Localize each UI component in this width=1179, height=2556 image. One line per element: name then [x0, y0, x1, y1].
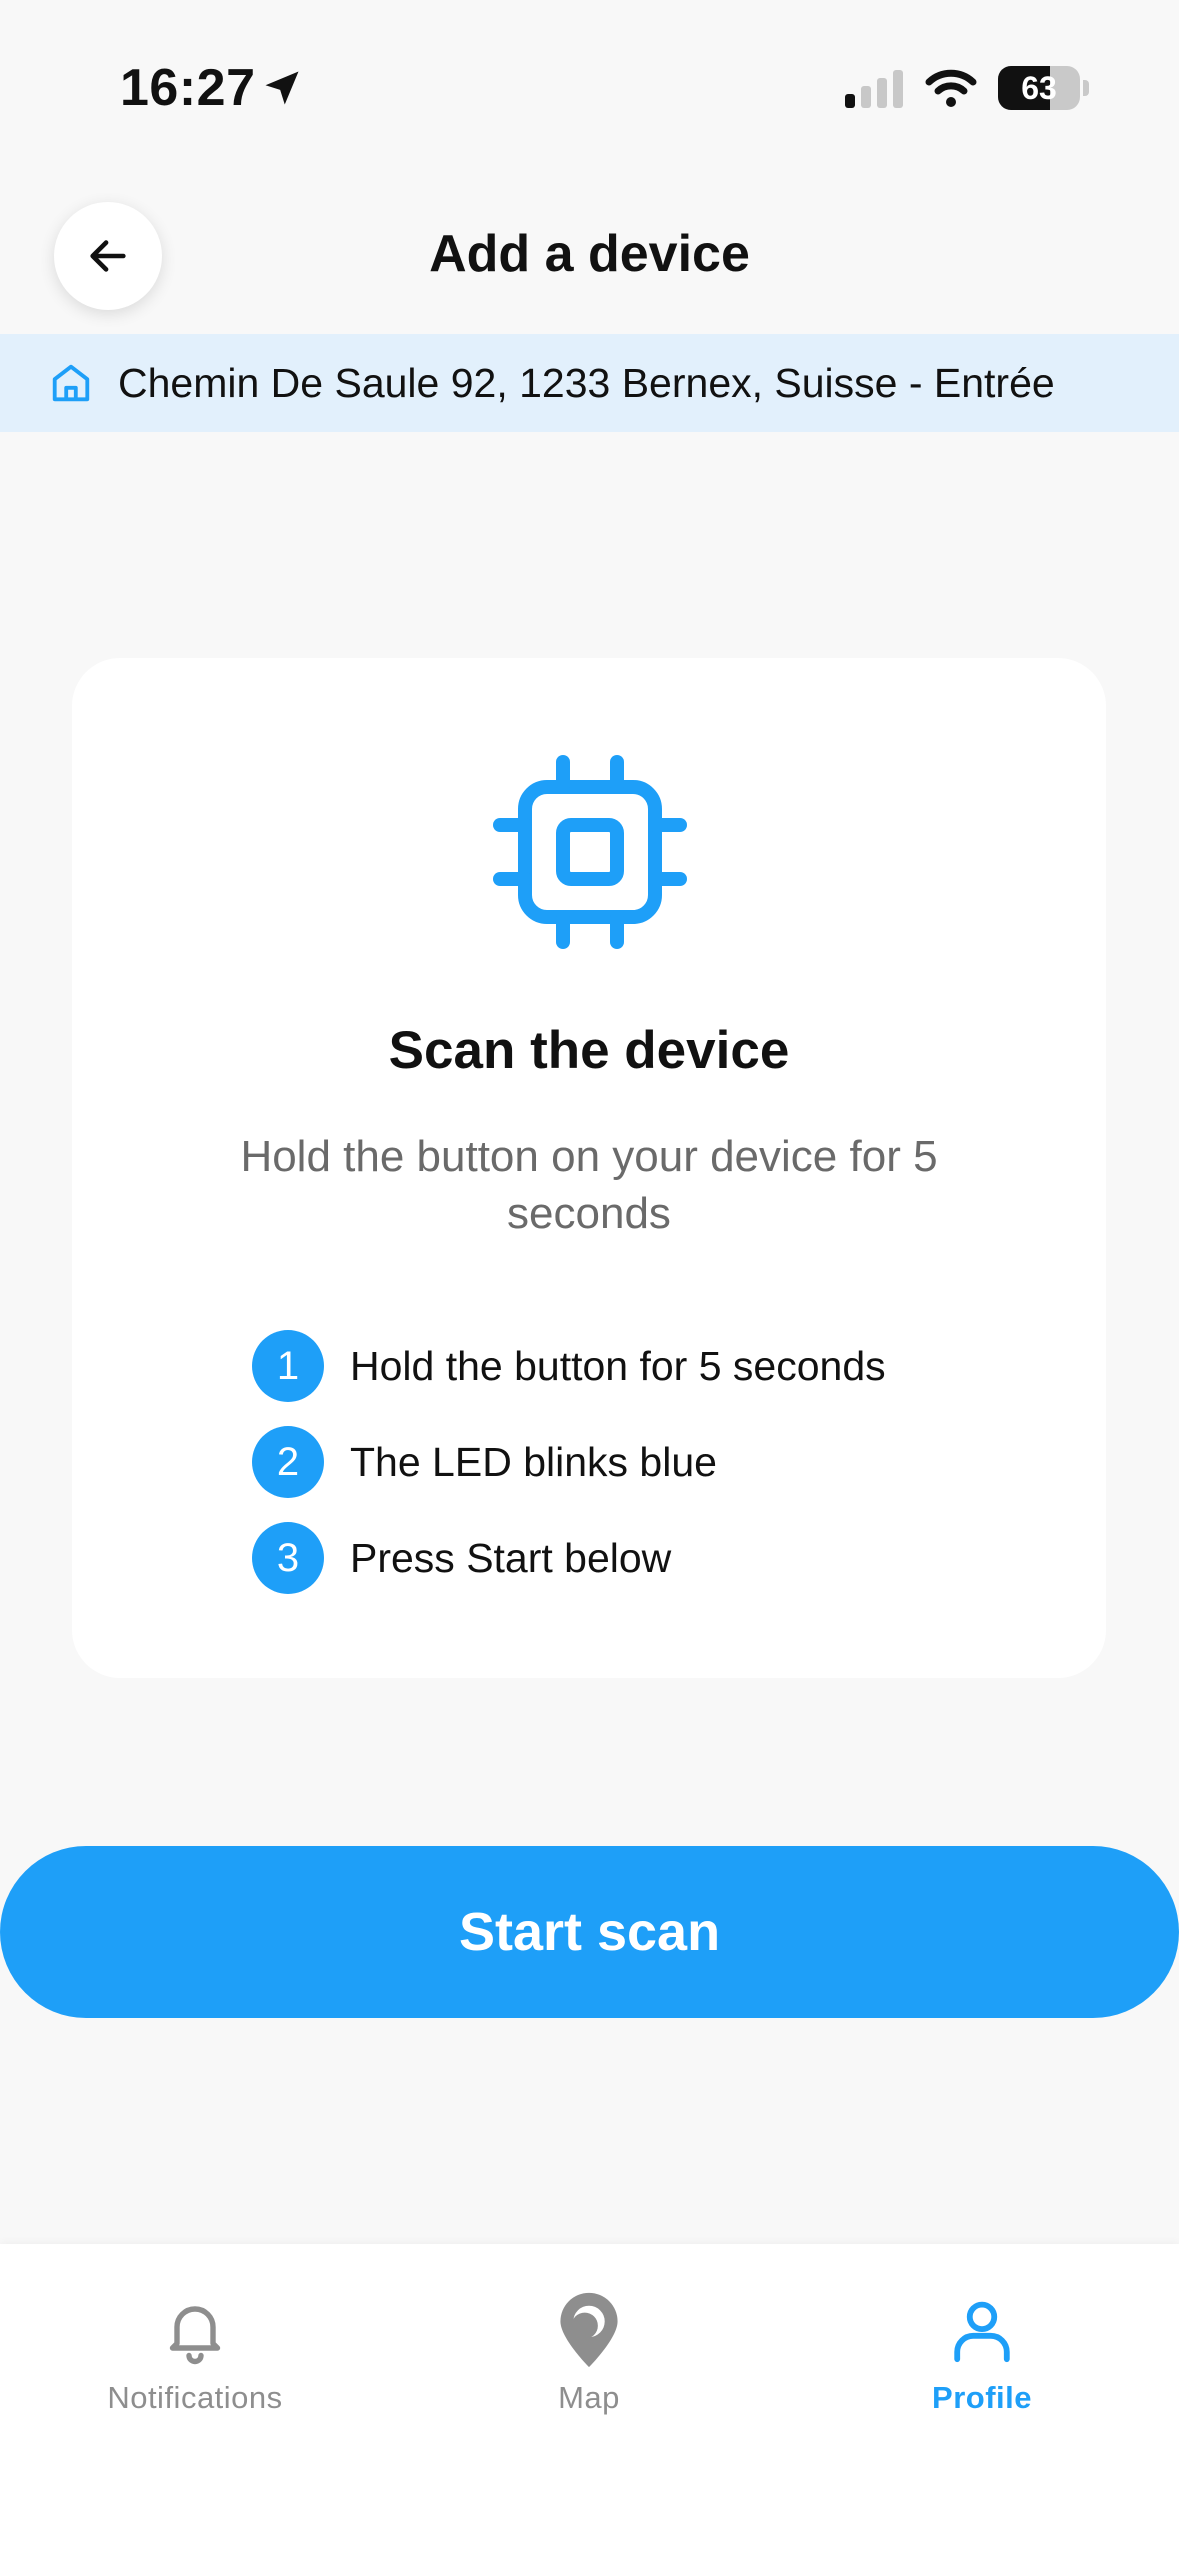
tab-label: Notifications — [107, 2380, 283, 2415]
scan-instructions-card: Scan the device Hold the button on your … — [72, 658, 1106, 1678]
home-indicator — [388, 2520, 790, 2534]
status-time: 16:27 — [120, 59, 256, 117]
bell-icon — [169, 2306, 221, 2365]
wifi-icon — [925, 69, 977, 107]
card-title: Scan the device — [388, 1021, 790, 1080]
step-text: Press Start below — [350, 1534, 672, 1581]
tab-bar: Notifications Map Profile — [0, 2244, 1179, 2556]
step-number-badge: 2 — [252, 1426, 324, 1498]
location-arrow-icon — [265, 71, 299, 105]
battery-icon: 63 — [998, 66, 1080, 110]
battery-tip — [1083, 80, 1089, 96]
chip-icon — [493, 755, 687, 949]
step-text: Hold the button for 5 seconds — [350, 1342, 886, 1389]
user-icon — [954, 2301, 1010, 2363]
address-bar: Chemin De Saule 92, 1233 Bernex, Suisse … — [0, 334, 1179, 432]
map-pin-icon — [560, 2292, 618, 2368]
step-item: 3 Press Start below — [252, 1510, 886, 1606]
start-scan-button[interactable]: Start scan — [0, 1846, 1179, 2018]
step-item: 1 Hold the button for 5 seconds — [252, 1318, 886, 1414]
tab-notifications[interactable]: Notifications — [45, 2288, 345, 2416]
steps-list: 1 Hold the button for 5 seconds 2 The LE… — [252, 1318, 886, 1606]
cellular-signal-icon — [845, 70, 903, 108]
address-text: Chemin De Saule 92, 1233 Bernex, Suisse … — [118, 359, 1055, 406]
tab-map[interactable]: Map — [439, 2288, 739, 2416]
step-number-badge: 3 — [252, 1522, 324, 1594]
tab-label: Map — [558, 2380, 620, 2415]
card-subtitle: Hold the button on your device for 5 sec… — [240, 1132, 938, 1238]
battery-level: 63 — [1021, 70, 1057, 106]
page-title: Add a device — [429, 225, 750, 283]
home-icon — [52, 364, 90, 402]
status-bar: 16:27 63 — [0, 0, 1179, 170]
step-item: 2 The LED blinks blue — [252, 1414, 886, 1510]
step-number-badge: 1 — [252, 1330, 324, 1402]
tab-label: Profile — [932, 2380, 1032, 2415]
tab-profile[interactable]: Profile — [832, 2288, 1132, 2416]
step-text: The LED blinks blue — [350, 1438, 717, 1485]
